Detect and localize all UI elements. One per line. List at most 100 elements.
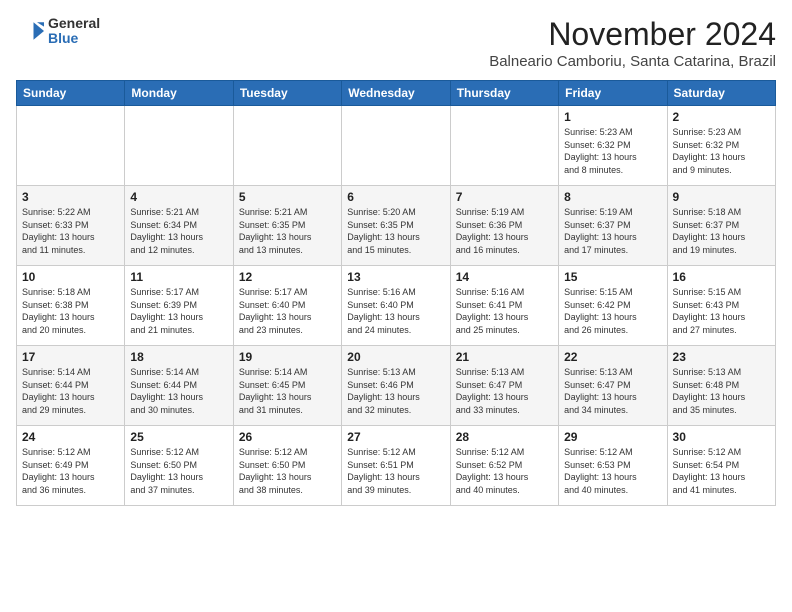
day-info: Sunrise: 5:21 AM Sunset: 6:35 PM Dayligh… (239, 206, 336, 256)
day-info: Sunrise: 5:13 AM Sunset: 6:47 PM Dayligh… (564, 366, 661, 416)
week-row-0: 1 Sunrise: 5:23 AM Sunset: 6:32 PM Daylig… (17, 106, 776, 186)
calendar-cell: 9Sunrise: 5:18 AM Sunset: 6:37 PM Daylig… (667, 186, 775, 266)
calendar-cell: 14Sunrise: 5:16 AM Sunset: 6:41 PM Dayli… (450, 266, 558, 346)
day-number: 5 (239, 190, 336, 204)
weekday-header-row: SundayMondayTuesdayWednesdayThursdayFrid… (17, 81, 776, 106)
calendar-cell: 26 Sunrise: 5:12 AM Sunset: 6:50 PM Dayli… (233, 426, 341, 506)
calendar-cell: 17 Sunrise: 5:14 AM Sunset: 6:44 PM Dayli… (17, 346, 125, 426)
day-info: Sunrise: 5:12 AM Sunset: 6:54 PM Dayligh… (673, 446, 770, 496)
day-info: Sunrise: 5:17 AM Sunset: 6:40 PM Dayligh… (239, 286, 336, 336)
calendar-table: SundayMondayTuesdayWednesdayThursdayFrid… (16, 80, 776, 506)
day-info: Sunrise: 5:23 AM Sunset: 6:32 PM Dayligh… (673, 126, 770, 176)
weekday-header-tuesday: Tuesday (233, 81, 341, 106)
logo-line1: General (48, 16, 100, 31)
day-info: Sunrise: 5:23 AM Sunset: 6:32 PM Dayligh… (564, 126, 661, 176)
day-number: 20 (347, 350, 444, 364)
day-number: 29 (564, 430, 661, 444)
day-number: 27 (347, 430, 444, 444)
calendar-cell: 1 Sunrise: 5:23 AM Sunset: 6:32 PM Daylig… (559, 106, 667, 186)
day-number: 26 (239, 430, 336, 444)
day-number: 1 (564, 110, 661, 124)
day-number: 19 (239, 350, 336, 364)
calendar-cell: 10 Sunrise: 5:18 AM Sunset: 6:38 PM Dayli… (17, 266, 125, 346)
weekday-header-saturday: Saturday (667, 81, 775, 106)
day-number: 16 (673, 270, 770, 284)
day-info: Sunrise: 5:16 AM Sunset: 6:40 PM Dayligh… (347, 286, 444, 336)
day-info: Sunrise: 5:13 AM Sunset: 6:47 PM Dayligh… (456, 366, 553, 416)
day-number: 6 (347, 190, 444, 204)
logo-text: General Blue (48, 16, 100, 47)
day-info: Sunrise: 5:12 AM Sunset: 6:53 PM Dayligh… (564, 446, 661, 496)
calendar-cell: 19 Sunrise: 5:14 AM Sunset: 6:45 PM Dayli… (233, 346, 341, 426)
day-number: 7 (456, 190, 553, 204)
day-number: 21 (456, 350, 553, 364)
day-info: Sunrise: 5:19 AM Sunset: 6:37 PM Dayligh… (564, 206, 661, 256)
calendar-cell: 23Sunrise: 5:13 AM Sunset: 6:48 PM Dayli… (667, 346, 775, 426)
day-info: Sunrise: 5:14 AM Sunset: 6:44 PM Dayligh… (130, 366, 227, 416)
day-number: 10 (22, 270, 119, 284)
calendar-cell: 8Sunrise: 5:19 AM Sunset: 6:37 PM Daylig… (559, 186, 667, 266)
logo-icon (16, 17, 44, 45)
calendar-cell: 11Sunrise: 5:17 AM Sunset: 6:39 PM Dayli… (125, 266, 233, 346)
calendar-cell: 3 Sunrise: 5:22 AM Sunset: 6:33 PM Daylig… (17, 186, 125, 266)
calendar-cell: 5 Sunrise: 5:21 AM Sunset: 6:35 PM Daylig… (233, 186, 341, 266)
title-block: November 2024 Balneario Camboriu, Santa … (489, 16, 776, 70)
logo: General Blue (16, 16, 100, 47)
day-number: 3 (22, 190, 119, 204)
day-info: Sunrise: 5:12 AM Sunset: 6:51 PM Dayligh… (347, 446, 444, 496)
day-number: 11 (130, 270, 227, 284)
calendar-cell: 27 Sunrise: 5:12 AM Sunset: 6:51 PM Dayli… (342, 426, 450, 506)
logo-line2: Blue (48, 31, 100, 46)
weekday-header-sunday: Sunday (17, 81, 125, 106)
day-info: Sunrise: 5:21 AM Sunset: 6:34 PM Dayligh… (130, 206, 227, 256)
weekday-header-monday: Monday (125, 81, 233, 106)
calendar-cell: 22 Sunrise: 5:13 AM Sunset: 6:47 PM Dayli… (559, 346, 667, 426)
weekday-header-thursday: Thursday (450, 81, 558, 106)
calendar-cell: 6Sunrise: 5:20 AM Sunset: 6:35 PM Daylig… (342, 186, 450, 266)
calendar-cell: 21 Sunrise: 5:13 AM Sunset: 6:47 PM Dayli… (450, 346, 558, 426)
calendar-cell: 28 Sunrise: 5:12 AM Sunset: 6:52 PM Dayli… (450, 426, 558, 506)
day-info: Sunrise: 5:14 AM Sunset: 6:44 PM Dayligh… (22, 366, 119, 416)
calendar-cell: 13 Sunrise: 5:16 AM Sunset: 6:40 PM Dayli… (342, 266, 450, 346)
day-number: 13 (347, 270, 444, 284)
location: Balneario Camboriu, Santa Catarina, Braz… (489, 53, 776, 70)
day-info: Sunrise: 5:22 AM Sunset: 6:33 PM Dayligh… (22, 206, 119, 256)
day-info: Sunrise: 5:14 AM Sunset: 6:45 PM Dayligh… (239, 366, 336, 416)
day-number: 23 (673, 350, 770, 364)
day-number: 17 (22, 350, 119, 364)
calendar-cell: 18Sunrise: 5:14 AM Sunset: 6:44 PM Dayli… (125, 346, 233, 426)
day-number: 22 (564, 350, 661, 364)
calendar-cell (342, 106, 450, 186)
day-info: Sunrise: 5:12 AM Sunset: 6:52 PM Dayligh… (456, 446, 553, 496)
calendar-body: 1 Sunrise: 5:23 AM Sunset: 6:32 PM Daylig… (17, 106, 776, 506)
calendar-cell: 7 Sunrise: 5:19 AM Sunset: 6:36 PM Daylig… (450, 186, 558, 266)
day-info: Sunrise: 5:12 AM Sunset: 6:50 PM Dayligh… (239, 446, 336, 496)
page-header: General Blue November 2024 Balneario Cam… (16, 16, 776, 70)
calendar-cell (450, 106, 558, 186)
day-number: 15 (564, 270, 661, 284)
calendar-cell (233, 106, 341, 186)
day-info: Sunrise: 5:15 AM Sunset: 6:43 PM Dayligh… (673, 286, 770, 336)
day-info: Sunrise: 5:18 AM Sunset: 6:38 PM Dayligh… (22, 286, 119, 336)
day-info: Sunrise: 5:12 AM Sunset: 6:49 PM Dayligh… (22, 446, 119, 496)
weekday-header-friday: Friday (559, 81, 667, 106)
day-info: Sunrise: 5:18 AM Sunset: 6:37 PM Dayligh… (673, 206, 770, 256)
calendar-cell: 12Sunrise: 5:17 AM Sunset: 6:40 PM Dayli… (233, 266, 341, 346)
weekday-header-wednesday: Wednesday (342, 81, 450, 106)
calendar-cell: 25Sunrise: 5:12 AM Sunset: 6:50 PM Dayli… (125, 426, 233, 506)
day-number: 4 (130, 190, 227, 204)
calendar-cell: 29 Sunrise: 5:12 AM Sunset: 6:53 PM Dayli… (559, 426, 667, 506)
calendar-cell: 2Sunrise: 5:23 AM Sunset: 6:32 PM Daylig… (667, 106, 775, 186)
day-number: 24 (22, 430, 119, 444)
day-info: Sunrise: 5:16 AM Sunset: 6:41 PM Dayligh… (456, 286, 553, 336)
day-number: 30 (673, 430, 770, 444)
week-row-2: 10 Sunrise: 5:18 AM Sunset: 6:38 PM Dayli… (17, 266, 776, 346)
day-number: 25 (130, 430, 227, 444)
calendar-cell: 20Sunrise: 5:13 AM Sunset: 6:46 PM Dayli… (342, 346, 450, 426)
calendar-cell (17, 106, 125, 186)
day-info: Sunrise: 5:19 AM Sunset: 6:36 PM Dayligh… (456, 206, 553, 256)
calendar-cell: 4 Sunrise: 5:21 AM Sunset: 6:34 PM Daylig… (125, 186, 233, 266)
calendar-cell: 30 Sunrise: 5:12 AM Sunset: 6:54 PM Dayli… (667, 426, 775, 506)
calendar-cell: 16 Sunrise: 5:15 AM Sunset: 6:43 PM Dayli… (667, 266, 775, 346)
day-number: 28 (456, 430, 553, 444)
